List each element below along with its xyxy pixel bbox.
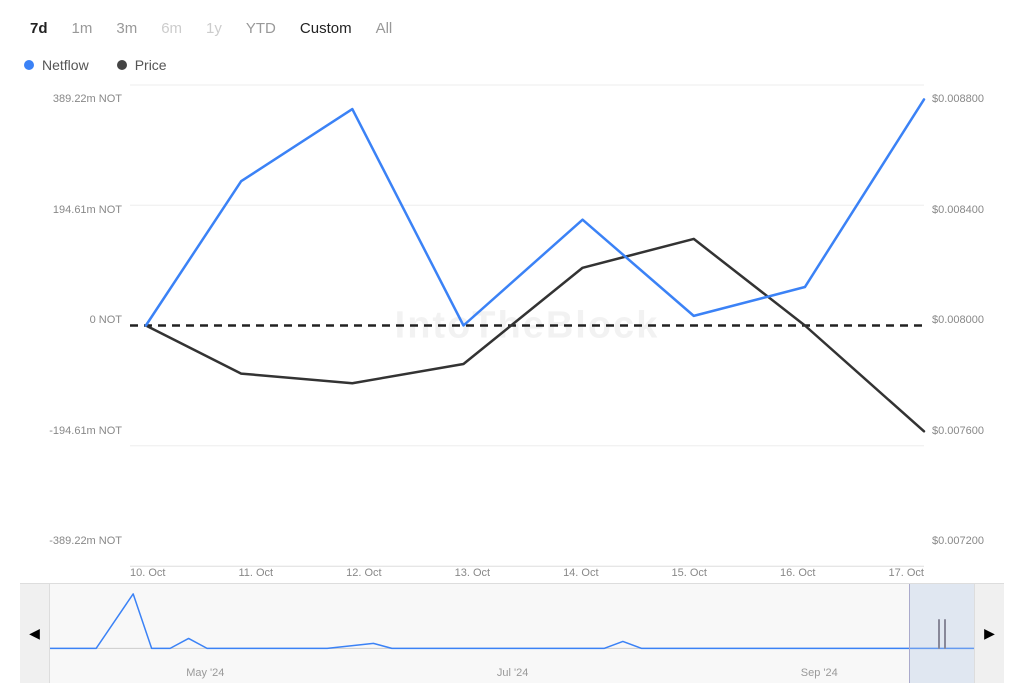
scroll-right-button[interactable]: ▶ <box>974 584 1004 683</box>
left-handle[interactable] <box>938 619 940 649</box>
legend-dot-dark <box>117 60 127 70</box>
y-left-label: 194.61m NOT <box>20 204 122 216</box>
x-label: 12. Oct <box>346 567 381 579</box>
y-axis-left: 389.22m NOT 194.61m NOT 0 NOT -194.61m NOT -… <box>20 85 130 567</box>
tab-ytd[interactable]: YTD <box>236 16 286 41</box>
y-right-label: $0.008400 <box>932 204 1004 216</box>
right-handle[interactable] <box>944 619 946 649</box>
y-left-label: -194.61m NOT <box>20 425 122 437</box>
tab-3m[interactable]: 3m <box>106 16 147 41</box>
tab-1m[interactable]: 1m <box>62 16 103 41</box>
x-label: 17. Oct <box>888 567 923 579</box>
main-container: 7d1m3m6m1yYTDCustomAll Netflow Price 389.… <box>0 0 1024 683</box>
legend-dot-blue <box>24 60 34 70</box>
tab-7d[interactable]: 7d <box>20 16 58 41</box>
chart-with-axes: 389.22m NOT 194.61m NOT 0 NOT -194.61m NOT -… <box>20 85 1004 567</box>
x-axis: 10. Oct 11. Oct 12. Oct 13. Oct 14. Oct 15. O… <box>130 567 924 579</box>
x-label: 11. Oct <box>238 567 273 579</box>
x-label: 16. Oct <box>780 567 815 579</box>
y-left-label: 0 NOT <box>20 314 122 326</box>
x-label: 14. Oct <box>563 567 598 579</box>
mini-chart-inner: May '24 Jul '24 Sep '24 <box>50 584 974 683</box>
y-axis-right: $0.008800 $0.008400 $0.008000 $0.007600 $0.0… <box>924 85 1004 567</box>
y-left-label: -389.22m NOT <box>20 535 122 547</box>
y-right-label: $0.007600 <box>932 425 1004 437</box>
x-axis-wrapper: 10. Oct 11. Oct 12. Oct 13. Oct 14. Oct 15. O… <box>130 567 924 579</box>
chart-area: 389.22m NOT 194.61m NOT 0 NOT -194.61m NOT -… <box>20 85 1004 683</box>
legend-label-blue: Netflow <box>42 57 89 73</box>
legend: Netflow Price <box>20 57 1004 73</box>
legend-label-dark: Price <box>135 57 167 73</box>
y-left-label: 389.22m NOT <box>20 93 122 105</box>
y-right-label: $0.008000 <box>932 314 1004 326</box>
tab-1y: 1y <box>196 16 232 41</box>
time-tabs: 7d1m3m6m1yYTDCustomAll <box>20 16 1004 41</box>
mini-label: May '24 <box>186 667 224 679</box>
tab-6m: 6m <box>151 16 192 41</box>
x-label: 13. Oct <box>455 567 490 579</box>
mini-labels: May '24 Jul '24 Sep '24 <box>50 667 974 679</box>
mini-chart-container[interactable]: ◀ May '24 Jul '24 Sep '24 ▶ <box>20 583 1004 683</box>
tab-all[interactable]: All <box>366 16 403 41</box>
mini-selection-handle[interactable] <box>909 584 974 683</box>
mini-label: Jul '24 <box>497 667 528 679</box>
scroll-left-button[interactable]: ◀ <box>20 584 50 683</box>
legend-item-blue: Netflow <box>24 57 89 73</box>
x-label: 15. Oct <box>672 567 707 579</box>
x-label: 10. Oct <box>130 567 165 579</box>
mini-label: Sep '24 <box>801 667 838 679</box>
chart-svg <box>130 85 924 566</box>
y-right-label: $0.008800 <box>932 93 1004 105</box>
tab-custom[interactable]: Custom <box>290 16 362 41</box>
legend-item-dark: Price <box>117 57 167 73</box>
chart-inner: IntoTheBlock <box>130 85 924 567</box>
y-right-label: $0.007200 <box>932 535 1004 547</box>
